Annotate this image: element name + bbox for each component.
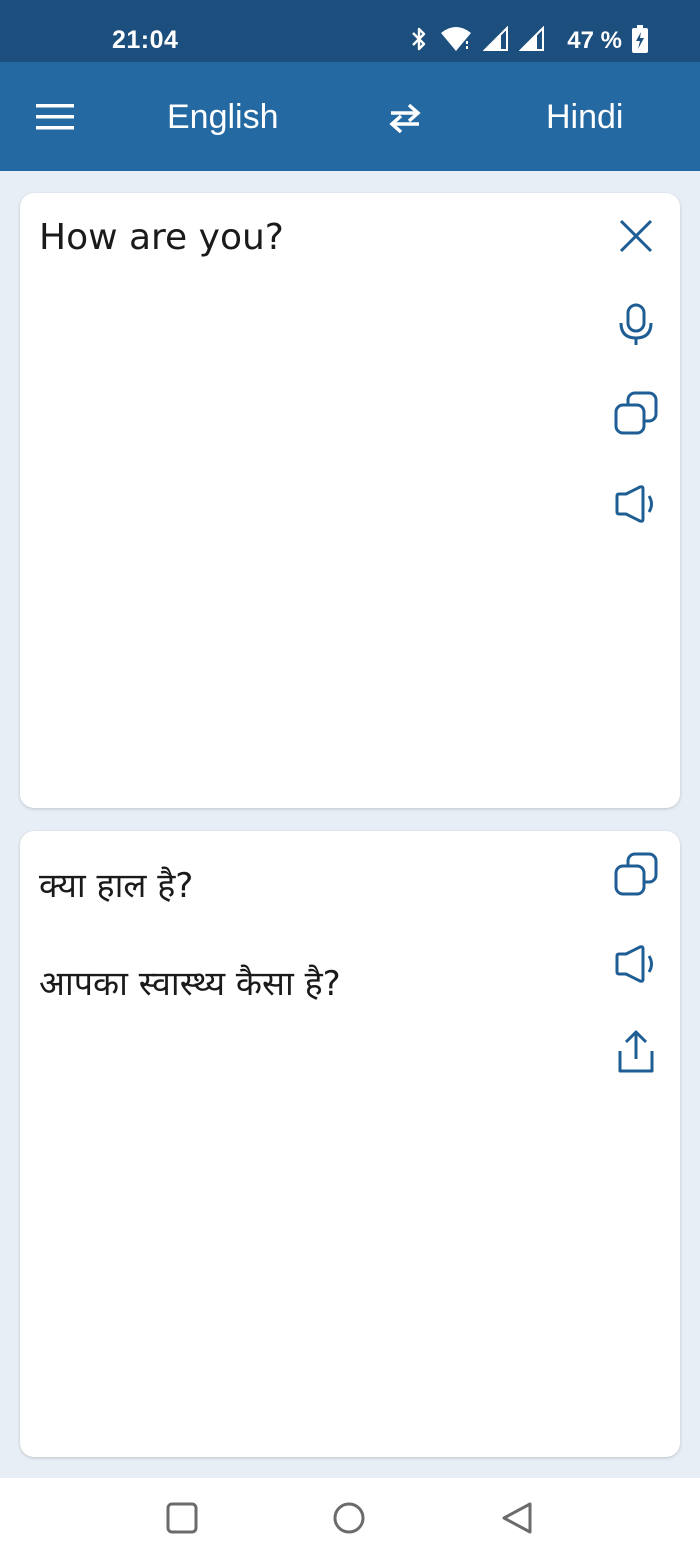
speak-translation-button[interactable] [612, 942, 660, 990]
copy-translation-button[interactable] [612, 852, 660, 900]
status-bar: 21:04 47 % [0, 0, 700, 62]
copy-input-button[interactable] [612, 391, 660, 439]
clear-button[interactable] [612, 214, 660, 262]
back-icon [500, 1501, 534, 1539]
swap-languages-button[interactable] [387, 103, 423, 134]
menu-icon [36, 104, 74, 136]
status-time: 21:04 [112, 26, 179, 54]
battery-charging-icon [632, 25, 648, 57]
app-toolbar: English Hindi [0, 62, 700, 171]
back-button[interactable] [499, 1502, 535, 1538]
battery-percentage: 47 % [567, 27, 622, 54]
target-language-selector[interactable]: Hindi [546, 98, 623, 137]
swap-icon [387, 103, 423, 137]
voice-input-button[interactable] [612, 303, 660, 351]
status-icons: 47 % [409, 24, 648, 58]
wifi-icon [439, 25, 473, 57]
microphone-icon [616, 303, 656, 351]
share-translation-button[interactable] [612, 1030, 660, 1078]
translation-line: आपका स्वास्थ्य कैसा है? [39, 964, 341, 1004]
home-button[interactable] [331, 1502, 367, 1538]
signal-icon [482, 25, 509, 56]
home-icon [332, 1501, 366, 1539]
speaker-icon [614, 484, 658, 528]
speak-input-button[interactable] [612, 482, 660, 530]
output-card: क्या हाल है? आपका स्वास्थ्य कैसा है? [20, 831, 680, 1457]
menu-button[interactable] [36, 102, 74, 132]
recents-button[interactable] [164, 1502, 200, 1538]
recents-icon [166, 1502, 198, 1538]
system-navigation-bar [0, 1478, 700, 1564]
close-icon [616, 216, 656, 260]
translation-line: क्या हाल है? [39, 866, 194, 906]
share-icon [616, 1029, 656, 1079]
copy-icon [614, 852, 658, 900]
signal-icon [518, 25, 545, 56]
speaker-icon [614, 944, 658, 988]
input-card: How are you? [20, 193, 680, 808]
source-language-selector[interactable]: English [167, 98, 279, 137]
bluetooth-icon [409, 25, 429, 57]
copy-icon [614, 391, 658, 439]
input-text-field[interactable]: How are you? [39, 217, 284, 258]
